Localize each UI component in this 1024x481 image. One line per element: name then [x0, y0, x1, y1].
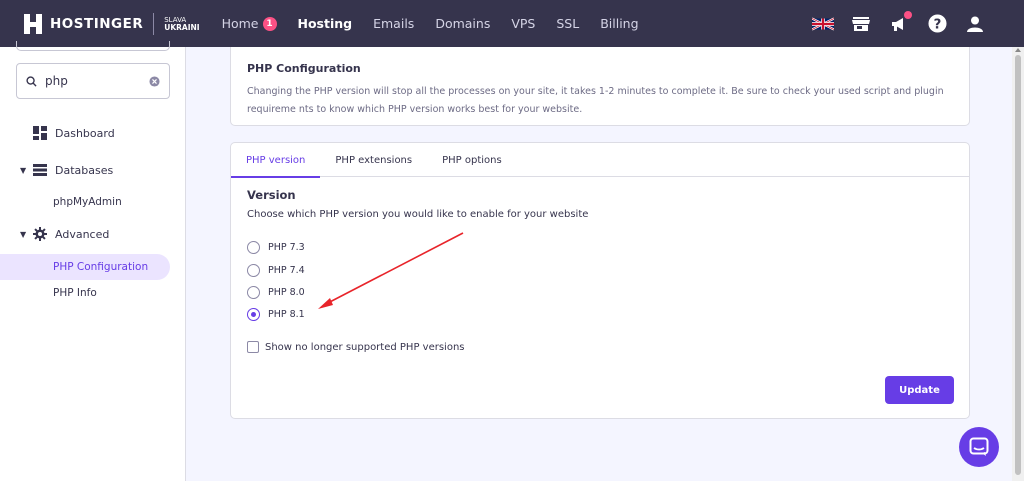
sidebar: php Dashboard ▼ Databases phpMyAdmin ▼ A… — [0, 41, 186, 481]
caret-down-icon: ▼ — [20, 165, 27, 175]
hostinger-logo-icon — [24, 13, 42, 34]
radio-php-7-3[interactable]: PHP 7.3 — [247, 241, 305, 254]
card-title: PHP Configuration — [247, 62, 361, 75]
sidebar-search[interactable]: php — [16, 63, 170, 99]
chat-icon — [969, 437, 989, 456]
top-icon-group: ? — [796, 0, 986, 47]
sidebar-item-advanced[interactable]: ▼ Advanced — [0, 221, 170, 247]
tab-php-options[interactable]: PHP options — [427, 143, 517, 177]
brand-name: HOSTINGER — [50, 15, 144, 32]
show-unsupported-versions[interactable]: Show no longer supported PHP versions — [247, 341, 465, 353]
nav-domains[interactable]: Domains — [435, 16, 490, 31]
php-version-card: PHP version PHP extensions PHP options V… — [230, 142, 970, 419]
nav-ssl[interactable]: SSL — [556, 16, 579, 31]
page-scrollbar[interactable] — [1012, 47, 1024, 481]
store-icon[interactable] — [850, 13, 872, 35]
tab-php-extensions[interactable]: PHP extensions — [320, 143, 427, 177]
scroll-up-arrow[interactable] — [1015, 48, 1021, 52]
version-description: Choose which PHP version you would like … — [247, 209, 589, 220]
nav-home[interactable]: Home 1 — [222, 16, 277, 31]
megaphone-icon[interactable] — [888, 10, 912, 35]
radio-button[interactable] — [247, 286, 260, 299]
sidebar-item-phpmyadmin[interactable]: phpMyAdmin — [0, 189, 170, 215]
help-icon[interactable]: ? — [926, 13, 948, 35]
search-icon — [26, 75, 37, 87]
sidebar-item-php-configuration[interactable]: PHP Configuration — [0, 254, 170, 280]
nav-vps[interactable]: VPS — [511, 16, 535, 31]
sidebar-item-databases[interactable]: ▼ Databases — [0, 157, 170, 183]
chat-widget-button[interactable] — [959, 427, 999, 467]
main-nav: Home 1 Hosting Emails Domains VPS SSL Bi… — [222, 16, 660, 31]
sidebar-item-dashboard[interactable]: Dashboard — [0, 120, 170, 146]
sidebar-item-php-info[interactable]: PHP Info — [0, 280, 170, 306]
tab-bar: PHP version PHP extensions PHP options — [231, 143, 969, 178]
dashboard-icon — [33, 126, 47, 140]
scrollbar-thumb[interactable] — [1015, 55, 1021, 475]
radio-button[interactable] — [247, 241, 260, 254]
user-icon[interactable] — [964, 13, 986, 35]
nav-billing[interactable]: Billing — [600, 16, 638, 31]
search-input[interactable]: php — [45, 74, 149, 88]
clear-search-icon[interactable] — [149, 75, 160, 87]
top-navbar: HOSTINGER SLAVA UKRAINI Home 1 Hosting E… — [0, 0, 1024, 47]
nav-hosting[interactable]: Hosting — [298, 16, 353, 31]
card-description: Changing the PHP version will stop all t… — [247, 86, 944, 115]
svg-text:?: ? — [933, 17, 941, 32]
radio-button-selected[interactable] — [247, 308, 260, 321]
gear-icon — [33, 227, 47, 241]
nav-emails[interactable]: Emails — [373, 16, 414, 31]
version-title: Version — [247, 188, 296, 202]
notification-dot — [904, 10, 912, 19]
logo-divider — [153, 12, 155, 35]
uk-flag-icon[interactable] — [812, 13, 834, 35]
sidebar-top-box — [16, 41, 170, 51]
radio-php-7-4[interactable]: PHP 7.4 — [247, 264, 305, 277]
notification-badge: 1 — [262, 16, 277, 31]
php-config-info-card: PHP Configuration Changing the PHP versi… — [230, 47, 970, 126]
caret-down-icon: ▼ — [20, 229, 27, 239]
tab-php-version[interactable]: PHP version — [231, 143, 321, 178]
radio-php-8-0[interactable]: PHP 8.0 — [247, 286, 305, 299]
brand-tagline: SLAVA UKRAINI — [164, 15, 200, 32]
checkbox[interactable] — [247, 341, 259, 353]
brand-logo[interactable]: HOSTINGER SLAVA UKRAINI — [24, 12, 200, 35]
radio-button[interactable] — [247, 264, 260, 277]
databases-icon — [33, 164, 47, 176]
update-button[interactable]: Update — [885, 376, 954, 404]
radio-php-8-1[interactable]: PHP 8.1 — [247, 308, 305, 321]
